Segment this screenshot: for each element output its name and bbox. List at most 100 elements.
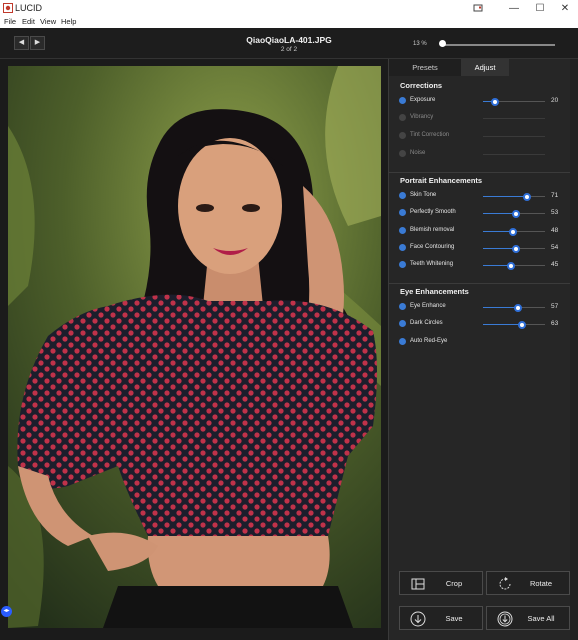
noise-slider-track[interactable] bbox=[483, 153, 545, 155]
panel-scrollbar[interactable] bbox=[570, 59, 578, 640]
photo-canvas[interactable] bbox=[8, 66, 381, 628]
skin-tone-label: Skin Tone bbox=[410, 192, 437, 198]
exposure-slider-thumb[interactable] bbox=[491, 97, 500, 106]
vibrancy-label: Vibrancy bbox=[410, 114, 434, 120]
dark-circles-checkbox[interactable] bbox=[399, 320, 406, 327]
teeth-whitening-slider-thumb[interactable] bbox=[506, 261, 515, 270]
teeth-whitening-checkbox[interactable] bbox=[399, 261, 406, 268]
face-contouring-label: Face Contouring bbox=[410, 244, 455, 250]
tint-correction-checkbox[interactable] bbox=[399, 132, 406, 139]
blemish-removal-label: Blemish removal bbox=[410, 227, 455, 233]
skin-tone-value: 71 bbox=[551, 192, 559, 199]
adjust-row-noise: Noise bbox=[389, 148, 571, 160]
adjust-row-teeth-whitening: Teeth Whitening 45 bbox=[389, 259, 571, 271]
exposure-slider-track[interactable] bbox=[483, 97, 545, 106]
dark-circles-value: 63 bbox=[551, 320, 559, 327]
window-settings-icon[interactable] bbox=[466, 0, 490, 17]
exposure-checkbox[interactable] bbox=[399, 97, 406, 104]
save-all-label: Save All bbox=[527, 614, 555, 623]
skin-tone-slider-fill bbox=[483, 195, 528, 197]
eye-enhance-value: 57 bbox=[551, 303, 559, 310]
blemish-removal-slider-thumb[interactable] bbox=[508, 227, 517, 236]
vibrancy-slider-track[interactable] bbox=[483, 117, 545, 119]
zoom-slider-thumb[interactable] bbox=[439, 40, 446, 47]
minimize-button[interactable]: — bbox=[502, 0, 526, 17]
perfectly-smooth-slider-fill bbox=[483, 212, 516, 214]
teeth-whitening-label: Teeth Whitening bbox=[410, 261, 454, 267]
face-contouring-slider-fill bbox=[483, 247, 517, 249]
adjust-panel: Presets Adjust Corrections Portrait Enha… bbox=[388, 59, 571, 640]
auto-red-eye-checkbox[interactable] bbox=[399, 338, 406, 345]
exposure-value: 20 bbox=[551, 97, 559, 104]
maximize-button[interactable]: ☐ bbox=[528, 0, 552, 17]
menu-edit[interactable]: Edit bbox=[22, 17, 35, 26]
face-contouring-slider-track[interactable] bbox=[483, 244, 545, 253]
menu-bar: File Edit View Help bbox=[0, 17, 578, 28]
rotate-label: Rotate bbox=[529, 579, 553, 588]
next-image-button[interactable]: ▶ bbox=[30, 36, 45, 50]
save-all-button[interactable]: Save All bbox=[486, 606, 570, 630]
app-logo-icon bbox=[3, 3, 13, 13]
tint-correction-slider-track[interactable] bbox=[483, 135, 545, 137]
close-button[interactable]: ✕ bbox=[553, 0, 577, 17]
section-divider bbox=[389, 283, 571, 284]
adjust-row-skin-tone: Skin Tone 71 bbox=[389, 190, 571, 202]
perfectly-smooth-slider-track[interactable] bbox=[483, 209, 545, 218]
previous-image-button[interactable]: ◀ bbox=[14, 36, 29, 50]
vibrancy-checkbox[interactable] bbox=[399, 114, 406, 121]
save-button[interactable]: Save bbox=[399, 606, 483, 630]
auto-red-eye-label: Auto Red-Eye bbox=[410, 338, 448, 344]
section-title-eye-enhancements: Eye Enhancements bbox=[400, 287, 469, 296]
perfectly-smooth-value: 53 bbox=[551, 209, 559, 216]
adjust-row-perfectly-smooth: Perfectly Smooth 53 bbox=[389, 207, 571, 219]
dark-circles-label: Dark Circles bbox=[410, 320, 443, 326]
portrait-photo bbox=[8, 66, 381, 628]
adjust-row-eye-enhance: Eye Enhance 57 bbox=[389, 301, 571, 313]
blemish-removal-checkbox[interactable] bbox=[399, 227, 406, 234]
eye-enhance-slider-thumb[interactable] bbox=[514, 303, 523, 312]
chevron-right-icon: ▶ bbox=[34, 39, 41, 46]
menu-help[interactable]: Help bbox=[61, 17, 76, 26]
adjust-row-dark-circles: Dark Circles 63 bbox=[389, 318, 571, 330]
image-toolbar: ◀ ▶ QiaoQiaoLA-401.JPG 2 of 2 13 % bbox=[0, 28, 578, 59]
perfectly-smooth-slider-thumb[interactable] bbox=[511, 209, 520, 218]
skin-tone-slider-track[interactable] bbox=[483, 192, 545, 201]
image-counter: 2 of 2 bbox=[280, 46, 298, 53]
section-title-corrections: Corrections bbox=[400, 81, 443, 90]
face-contouring-checkbox[interactable] bbox=[399, 244, 406, 251]
save-icon bbox=[410, 611, 426, 627]
save-label: Save bbox=[445, 614, 463, 623]
tint-correction-label: Tint Correction bbox=[410, 132, 450, 138]
tab-adjust[interactable]: Adjust bbox=[461, 59, 509, 76]
crop-button[interactable]: Crop bbox=[399, 571, 483, 595]
menu-file[interactable]: File bbox=[4, 17, 16, 26]
dark-circles-slider-thumb[interactable] bbox=[518, 320, 527, 329]
split-view-handle-icon[interactable]: ◂▸ bbox=[1, 606, 12, 617]
eye-enhance-checkbox[interactable] bbox=[399, 303, 406, 310]
exposure-label: Exposure bbox=[410, 97, 436, 103]
skin-tone-checkbox[interactable] bbox=[399, 192, 406, 199]
window-title: LUCID bbox=[15, 3, 43, 13]
dark-circles-slider-track[interactable] bbox=[483, 320, 545, 329]
blemish-removal-slider-track[interactable] bbox=[483, 227, 545, 236]
zoom-slider-track[interactable] bbox=[440, 43, 555, 46]
rotate-button[interactable]: Rotate bbox=[486, 571, 570, 595]
noise-checkbox[interactable] bbox=[399, 150, 406, 157]
face-contouring-slider-thumb[interactable] bbox=[512, 244, 521, 253]
section-title-portrait-enhancements: Portrait Enhancements bbox=[400, 176, 483, 185]
adjust-row-face-contouring: Face Contouring 54 bbox=[389, 242, 571, 254]
section-divider bbox=[389, 172, 571, 173]
adjust-row-auto-red-eye: Auto Red-Eye bbox=[389, 336, 571, 348]
blemish-removal-value: 48 bbox=[551, 227, 559, 234]
adjust-row-vibrancy: Vibrancy bbox=[389, 112, 571, 124]
tab-presets[interactable]: Presets bbox=[389, 59, 461, 76]
perfectly-smooth-checkbox[interactable] bbox=[399, 209, 406, 216]
dark-circles-slider-fill bbox=[483, 323, 523, 325]
image-filename: QiaoQiaoLA-401.JPG bbox=[246, 35, 332, 45]
chevron-left-icon: ◀ bbox=[18, 39, 25, 46]
eye-enhance-slider-track[interactable] bbox=[483, 303, 545, 312]
eye-enhance-label: Eye Enhance bbox=[410, 303, 446, 309]
teeth-whitening-slider-track[interactable] bbox=[483, 261, 545, 270]
skin-tone-slider-thumb[interactable] bbox=[523, 192, 532, 201]
menu-view[interactable]: View bbox=[40, 17, 56, 26]
